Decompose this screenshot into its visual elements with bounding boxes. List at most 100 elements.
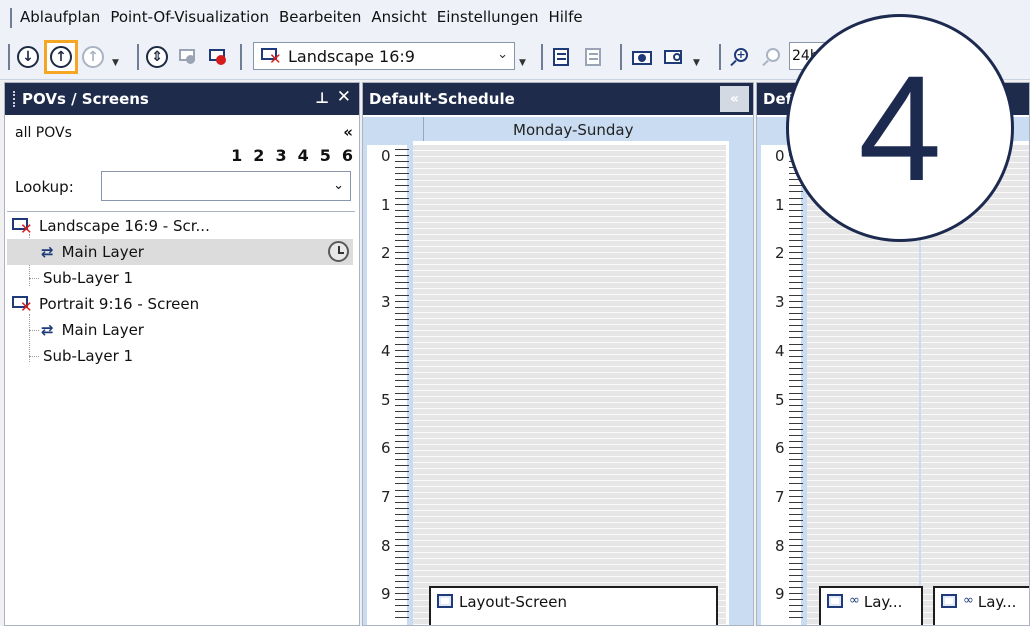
hour-tick xyxy=(395,239,409,241)
hour-tick xyxy=(395,276,409,278)
menu-grip xyxy=(10,8,12,28)
link-icon: ∞ xyxy=(963,593,974,608)
pov-number-6[interactable]: 6 xyxy=(342,146,353,165)
screen-check-button[interactable] xyxy=(178,43,198,71)
tree-item-landscape-main-layer[interactable]: ⇄ Main Layer xyxy=(7,239,353,265)
pov-number-4[interactable]: 4 xyxy=(298,146,309,165)
hour-tick xyxy=(395,453,409,455)
hour-tick xyxy=(395,562,409,564)
schedule-copy-button[interactable] xyxy=(584,43,604,71)
panel-grip-icon[interactable] xyxy=(13,91,16,107)
pin-icon[interactable]: ⊥ xyxy=(315,89,329,107)
sync-circle-icon: ↑ xyxy=(82,46,104,68)
menu-hilfe[interactable]: Hilfe xyxy=(548,8,582,26)
layout-block[interactable]: ∞ Lay... xyxy=(933,586,1029,625)
menu-einstellungen[interactable]: Einstellungen xyxy=(437,8,539,26)
pov-number-1[interactable]: 1 xyxy=(231,146,242,165)
lookup-combobox[interactable]: ⌄ xyxy=(101,171,351,201)
screen-remove-button[interactable] xyxy=(208,43,228,71)
tree-item-portrait-main-layer[interactable]: ⇄ Main Layer xyxy=(7,317,353,343)
menu-ablaufplan[interactable]: Ablaufplan xyxy=(20,8,100,26)
clock-icon[interactable] xyxy=(328,241,349,262)
hour-tick xyxy=(789,434,803,436)
hour-tick xyxy=(395,605,409,607)
hour-tick xyxy=(395,179,409,180)
menu-bearbeiten[interactable]: Bearbeiten xyxy=(279,8,361,26)
download-button[interactable]: ↓ xyxy=(17,43,39,71)
hour-tick xyxy=(395,379,409,381)
zoom-in-button[interactable]: + xyxy=(730,43,750,71)
upload-button[interactable]: ↑ xyxy=(44,40,78,74)
hour-tick xyxy=(789,404,803,406)
hour-tick xyxy=(395,544,409,546)
arrow-up-circle-icon: ↑ xyxy=(50,46,72,68)
hour-label: 2 xyxy=(775,244,785,263)
tree-item-label: Sub-Layer 1 xyxy=(43,347,134,365)
hour-tick xyxy=(395,617,409,619)
pov-filter-label[interactable]: all POVs xyxy=(15,125,72,141)
menu-point-of-visualization[interactable]: Point-Of-Visualization xyxy=(110,8,269,26)
tree-item-portrait-screen[interactable]: ✕ Portrait 9:16 - Screen xyxy=(7,291,353,317)
schedule-edit-button[interactable] xyxy=(552,43,572,71)
hour-label: 2 xyxy=(381,244,391,263)
hour-tick xyxy=(789,313,803,315)
hour-label: 8 xyxy=(775,536,785,555)
tree-item-landscape-screen[interactable]: ✕ Landscape 16:9 - Scr... xyxy=(7,213,353,239)
hour-ruler-scale: 0 1 2 3 4 5 6 7 8 9 xyxy=(761,145,803,625)
menu-ansicht[interactable]: Ansicht xyxy=(371,8,426,26)
layout-block[interactable]: ∞ Lay... xyxy=(819,586,923,625)
hour-tick xyxy=(789,252,803,254)
hour-tick xyxy=(395,215,409,217)
hour-tick xyxy=(395,319,409,321)
sync-button[interactable]: ↑ xyxy=(82,43,104,71)
hour-tick xyxy=(395,149,409,150)
hour-tick xyxy=(789,580,803,582)
pov-number-5[interactable]: 5 xyxy=(320,146,331,165)
tree-item-portrait-sublayer[interactable]: Sub-Layer 1 xyxy=(7,343,353,369)
screen-remove-icon xyxy=(208,47,228,67)
pov-number-3[interactable]: 3 xyxy=(275,146,286,165)
layout-block[interactable]: Layout-Screen xyxy=(429,586,718,625)
screen-error-icon: ✕ xyxy=(11,294,33,315)
hour-tick xyxy=(789,422,803,424)
hour-tick xyxy=(789,331,803,333)
schedule-title: Default-Schedule xyxy=(369,90,515,108)
layout-block-label: Lay... xyxy=(863,593,903,611)
hour-tick xyxy=(395,349,409,351)
tree-item-landscape-sublayer[interactable]: Sub-Layer 1 xyxy=(7,265,353,291)
hour-label: 0 xyxy=(775,147,785,165)
screenshot-button[interactable] xyxy=(632,43,652,71)
hour-tick xyxy=(789,611,803,613)
schedule-grid[interactable] xyxy=(413,141,753,625)
hour-tick xyxy=(789,501,803,503)
hour-tick xyxy=(789,483,803,485)
toolbar-separator xyxy=(541,44,543,70)
hour-tick xyxy=(789,227,803,229)
hour-tick xyxy=(395,410,409,412)
screen-select[interactable]: ✕ Landscape 16:9 ⌄ xyxy=(253,42,515,70)
collapse-schedule-icon[interactable]: « xyxy=(720,86,749,112)
hour-tick xyxy=(395,264,409,266)
pov-number-2[interactable]: 2 xyxy=(253,146,264,165)
zoom-out-button[interactable] xyxy=(762,43,782,71)
pov-tree: ✕ Landscape 16:9 - Scr... ⇄ Main Layer S… xyxy=(7,211,355,623)
hour-tick xyxy=(395,459,409,461)
hour-tick xyxy=(395,221,409,223)
collapse-chevron-icon[interactable]: « xyxy=(343,123,353,141)
close-icon[interactable]: ✕ xyxy=(337,87,351,107)
hour-tick xyxy=(789,295,803,297)
preview-button[interactable] xyxy=(664,43,684,71)
layout-block-label: Lay... xyxy=(977,593,1017,611)
hour-tick xyxy=(395,525,409,527)
camera-icon xyxy=(632,47,652,67)
hour-label: 5 xyxy=(381,390,391,409)
screen-select-dropdown-arrow-icon[interactable]: ▼ xyxy=(519,58,526,68)
preview-dropdown-arrow-icon[interactable]: ▼ xyxy=(693,58,700,68)
layout-screen-icon xyxy=(437,594,453,608)
hour-tick xyxy=(789,246,803,248)
layout-screen-icon xyxy=(941,594,957,608)
step-number-badge: 4 xyxy=(786,14,1014,242)
up-down-button[interactable]: ⇕ xyxy=(146,43,168,71)
sync-dropdown-arrow-icon[interactable]: ▼ xyxy=(112,58,119,68)
hour-tick xyxy=(789,416,803,418)
